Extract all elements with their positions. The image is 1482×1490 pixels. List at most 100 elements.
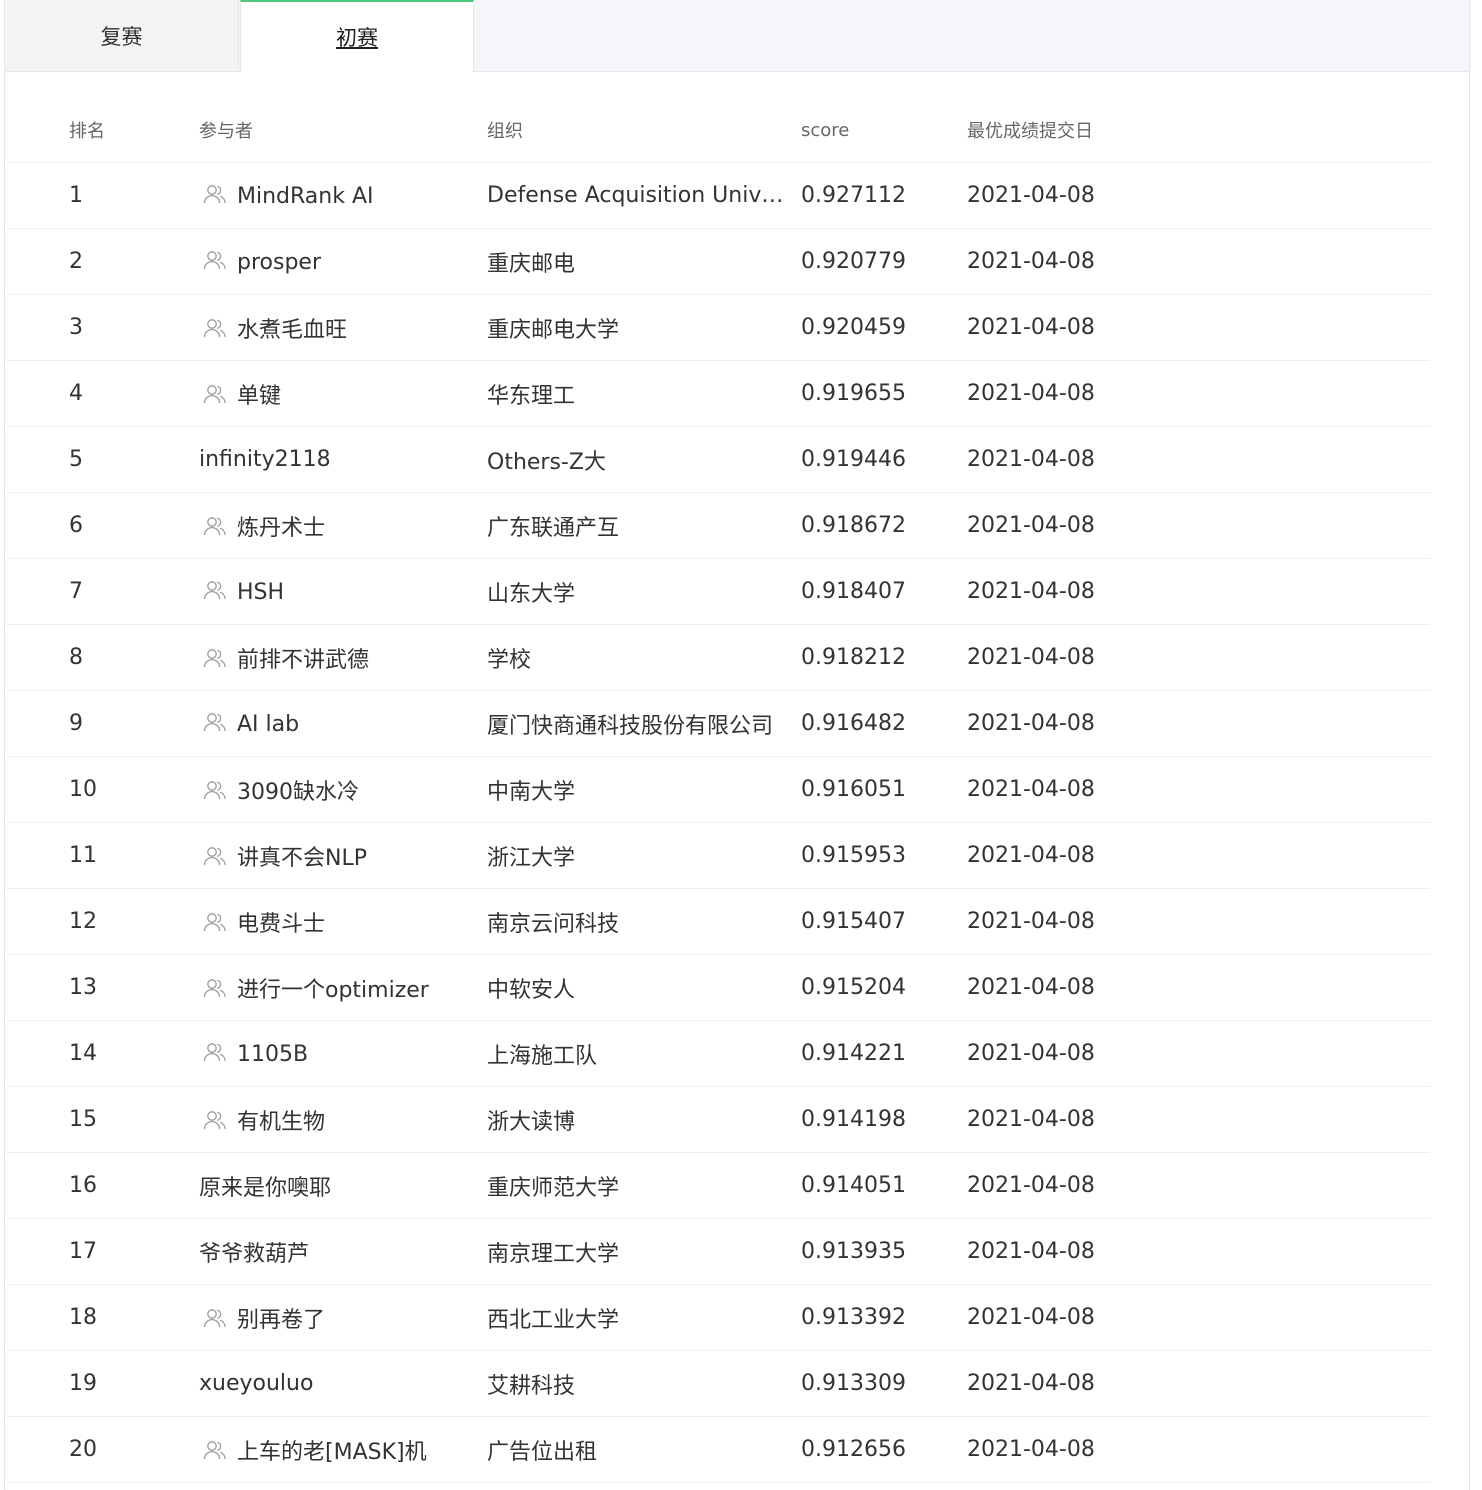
date-cell: 2021-04-08	[967, 360, 1430, 427]
participant-cell: MindRank AI	[196, 162, 487, 229]
team-users-icon	[202, 845, 228, 867]
date-cell: 2021-04-08	[967, 954, 1430, 1021]
date-cell: 2021-04-08	[967, 426, 1430, 493]
table-body: 1 MindRank AI Defense Acquisition Universi…	[6, 162, 1430, 1483]
participant-name[interactable]: 原来是你噢耶	[199, 1176, 331, 1201]
rank-cell: 5	[6, 426, 196, 493]
tab-bar: 复赛 初赛	[5, 0, 1469, 72]
participant-name[interactable]: 爷爷救葫芦	[199, 1242, 309, 1267]
leaderboard-panel: 复赛 初赛 排名 参与者 组织 score 最优成绩提交日 1 MindRank …	[4, 0, 1470, 1490]
rank-cell: 9	[6, 690, 196, 757]
rank-cell: 6	[6, 492, 196, 559]
rank-cell: 18	[6, 1284, 196, 1351]
organization-cell: 上海施工队	[487, 1020, 801, 1087]
tab-label: 复赛	[100, 24, 143, 49]
team-users-icon	[202, 515, 228, 537]
tab-preliminary-round[interactable]: 初赛	[240, 0, 474, 72]
date-cell: 2021-04-08	[967, 1416, 1430, 1483]
rank-cell: 12	[6, 888, 196, 955]
organization-cell: 重庆师范大学	[487, 1152, 801, 1219]
participant-name[interactable]: infinity2118	[199, 447, 331, 472]
participant-name[interactable]: 上车的老[MASK]机	[237, 1440, 427, 1465]
score-cell: 0.918407	[801, 558, 967, 625]
rank-cell: 15	[6, 1086, 196, 1153]
score-cell: 0.920779	[801, 228, 967, 295]
table-row: 6 炼丹术士 广东联通产互 0.918672 2021-04-08	[6, 492, 1430, 559]
rank-cell: 10	[6, 756, 196, 823]
score-cell: 0.915953	[801, 822, 967, 889]
date-cell: 2021-04-08	[967, 1218, 1430, 1285]
team-users-icon	[202, 579, 228, 601]
team-users-icon	[202, 1439, 228, 1461]
tab-label: 初赛	[336, 26, 378, 50]
participant-name[interactable]: 有机生物	[237, 1110, 325, 1135]
organization-cell: 中软安人	[487, 954, 801, 1021]
organization-cell: 广告位出租	[487, 1416, 801, 1483]
organization-cell: 艾耕科技	[487, 1350, 801, 1417]
organization-cell: 南京理工大学	[487, 1218, 801, 1285]
participant-name[interactable]: 水煮毛血旺	[237, 318, 347, 343]
date-cell: 2021-04-08	[967, 690, 1430, 757]
participant-name[interactable]: 电费斗士	[237, 912, 325, 937]
table-row: 15 有机生物 浙大读博 0.914198 2021-04-08	[6, 1086, 1430, 1153]
participant-name[interactable]: HSH	[237, 580, 284, 605]
table-row: 9 AI lab 厦门快商通科技股份有限公司 0.916482 2021-04-08	[6, 690, 1430, 757]
rank-cell: 8	[6, 624, 196, 691]
rank-cell: 4	[6, 360, 196, 427]
date-cell: 2021-04-08	[967, 822, 1430, 889]
participant-name[interactable]: 3090缺水冷	[237, 780, 359, 805]
score-cell: 0.916051	[801, 756, 967, 823]
date-cell: 2021-04-08	[967, 294, 1430, 361]
table-row: 17 爷爷救葫芦 南京理工大学 0.913935 2021-04-08	[6, 1218, 1430, 1285]
score-cell: 0.919655	[801, 360, 967, 427]
date-cell: 2021-04-08	[967, 558, 1430, 625]
score-cell: 0.915204	[801, 954, 967, 1021]
participant-name[interactable]: 讲真不会NLP	[237, 846, 367, 871]
participant-name[interactable]: 炼丹术士	[237, 516, 325, 541]
participant-name[interactable]: 1105B	[237, 1042, 308, 1067]
table-row: 8 前排不讲武德 学校 0.918212 2021-04-08	[6, 624, 1430, 691]
header-date: 最优成绩提交日	[967, 98, 1430, 163]
score-cell: 0.914221	[801, 1020, 967, 1087]
organization-cell: 山东大学	[487, 558, 801, 625]
organization-cell: 厦门快商通科技股份有限公司	[487, 690, 801, 757]
participant-name[interactable]: 前排不讲武德	[237, 648, 369, 673]
rank-cell: 17	[6, 1218, 196, 1285]
participant-cell: 电费斗士	[196, 888, 487, 955]
table-row: 11 讲真不会NLP 浙江大学 0.915953 2021-04-08	[6, 822, 1430, 889]
date-cell: 2021-04-08	[967, 492, 1430, 559]
organization-cell: 浙江大学	[487, 822, 801, 889]
team-users-icon	[202, 317, 228, 339]
table-row: 19 xueyouluo 艾耕科技 0.913309 2021-04-08	[6, 1350, 1430, 1417]
table-row: 1 MindRank AI Defense Acquisition Universi…	[6, 162, 1430, 229]
participant-cell: 讲真不会NLP	[196, 822, 487, 889]
participant-name[interactable]: xueyouluo	[199, 1371, 313, 1396]
table-row: 2 prosper 重庆邮电 0.920779 2021-04-08	[6, 228, 1430, 295]
organization-cell: 重庆邮电大学	[487, 294, 801, 361]
rank-cell: 2	[6, 228, 196, 295]
table-row: 4 单键 华东理工 0.919655 2021-04-08	[6, 360, 1430, 427]
participant-name[interactable]: 别再卷了	[237, 1308, 325, 1333]
table-row: 10 3090缺水冷 中南大学 0.916051 2021-04-08	[6, 756, 1430, 823]
participant-cell: infinity2118	[196, 426, 487, 493]
team-users-icon	[202, 383, 228, 405]
date-cell: 2021-04-08	[967, 624, 1430, 691]
participant-cell: xueyouluo	[196, 1350, 487, 1417]
participant-name[interactable]: 单键	[237, 384, 281, 409]
participant-name[interactable]: MindRank AI	[237, 184, 374, 209]
tab-final-round[interactable]: 复赛	[5, 0, 239, 71]
table-header-row: 排名 参与者 组织 score 最优成绩提交日	[6, 98, 1430, 163]
participant-name[interactable]: prosper	[237, 250, 321, 275]
date-cell: 2021-04-08	[967, 1086, 1430, 1153]
participant-cell: 有机生物	[196, 1086, 487, 1153]
participant-name[interactable]: 进行一个optimizer	[237, 978, 429, 1003]
rank-cell: 11	[6, 822, 196, 889]
score-cell: 0.918672	[801, 492, 967, 559]
organization-cell: 广东联通产互	[487, 492, 801, 559]
rank-cell: 19	[6, 1350, 196, 1417]
participant-name[interactable]: AI lab	[237, 712, 299, 737]
header-participant: 参与者	[196, 98, 487, 163]
score-cell: 0.920459	[801, 294, 967, 361]
team-users-icon	[202, 1109, 228, 1131]
score-cell: 0.915407	[801, 888, 967, 955]
